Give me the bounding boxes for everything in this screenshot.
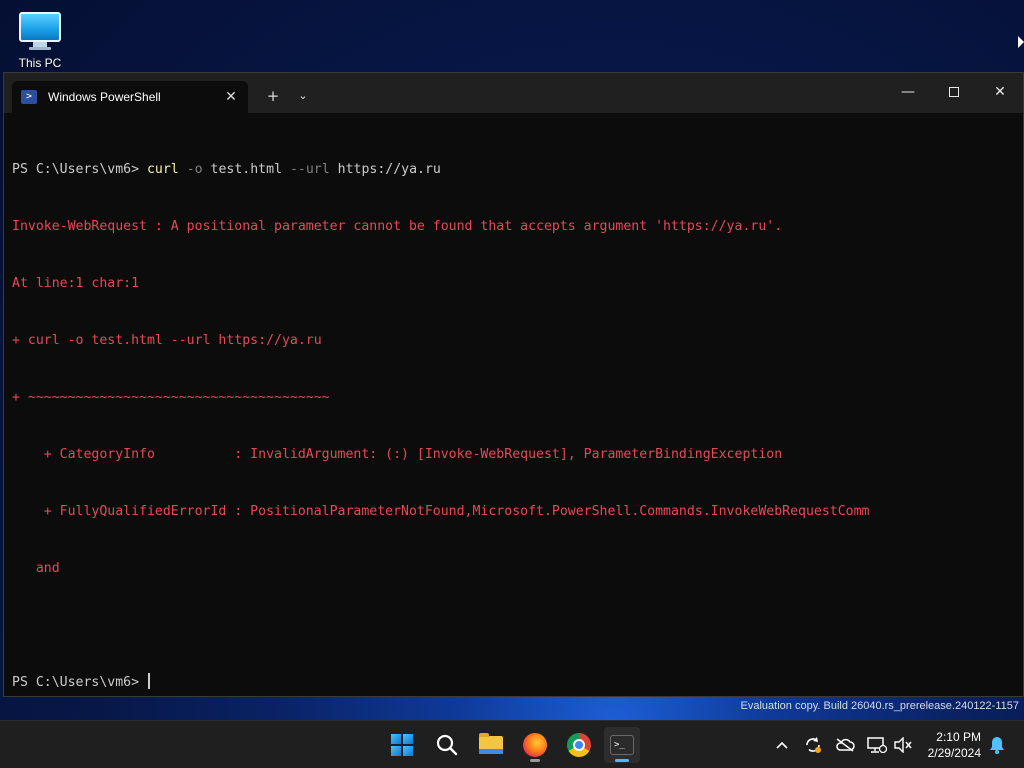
command-param: --url <box>289 162 330 177</box>
evaluation-watermark: Evaluation copy. Build 26040.rs_prerelea… <box>740 700 1019 712</box>
show-hidden-icons-button[interactable] <box>772 721 792 768</box>
error-line: Invoke-WebRequest : A positional paramet… <box>12 219 783 234</box>
folder-icon <box>479 733 503 754</box>
error-line: + CategoryInfo : InvalidArgument: (:) [I… <box>12 447 783 462</box>
minimize-button[interactable]: — <box>885 73 931 113</box>
firefox-icon <box>523 733 547 757</box>
tab-windows-powershell[interactable]: > Windows PowerShell ✕ <box>12 81 248 113</box>
maximize-icon <box>949 87 959 97</box>
error-line: At line:1 char:1 <box>12 276 140 291</box>
search-button[interactable] <box>429 727 465 763</box>
command-line: PS C:\Users\vm6> curl -o test.html --url… <box>12 160 1015 179</box>
network-disconnected-icon <box>867 737 887 753</box>
terminal-window: > Windows PowerShell ✕ + ⌄ — ✕ PS C:\Use… <box>3 72 1024 697</box>
command-arg: test.html <box>210 162 283 177</box>
desktop-icon-this-pc[interactable]: This PC <box>12 8 68 70</box>
sync-icon <box>806 737 821 753</box>
bell-icon <box>990 737 1004 754</box>
start-button[interactable] <box>384 727 420 763</box>
chevron-up-icon <box>776 741 788 749</box>
error-line: + FullyQualifiedErrorId : PositionalPara… <box>12 504 870 519</box>
clock[interactable]: 2:10 PM 2/29/2024 <box>928 729 981 761</box>
terminal-output[interactable]: PS C:\Users\vm6> curl -o test.html --url… <box>4 113 1023 696</box>
search-icon <box>436 734 458 756</box>
input-line[interactable]: PS C:\Users\vm6> <box>12 673 1015 692</box>
terminal-icon: >_ <box>610 735 634 755</box>
title-bar[interactable]: > Windows PowerShell ✕ + ⌄ — ✕ <box>4 73 1023 113</box>
taskbar: >_ 2:10 PM 2/29/2024 <box>0 720 1024 768</box>
cloud-offline-icon <box>836 738 855 752</box>
command-name: curl <box>146 162 179 177</box>
network-tray-button[interactable] <box>866 721 888 768</box>
new-tab-button[interactable]: + <box>262 85 284 107</box>
volume-tray-button[interactable] <box>892 721 914 768</box>
text-cursor <box>147 673 150 689</box>
prompt: PS C:\Users\vm6> <box>12 162 147 177</box>
clock-time: 2:10 PM <box>936 730 981 744</box>
mouse-cursor-icon <box>1018 36 1024 48</box>
chrome-button[interactable] <box>561 727 597 763</box>
monitor-icon <box>12 12 68 50</box>
onedrive-tray-button[interactable] <box>834 721 856 768</box>
tab-title: Windows PowerShell <box>48 90 161 104</box>
close-window-button[interactable]: ✕ <box>977 73 1023 113</box>
command-arg: https://ya.ru <box>337 162 441 177</box>
sync-tray-button[interactable] <box>802 721 824 768</box>
terminal-button[interactable]: >_ <box>604 727 640 763</box>
chevron-down-icon[interactable]: ⌄ <box>292 85 314 107</box>
notifications-button[interactable] <box>986 721 1008 768</box>
firefox-button[interactable] <box>517 727 553 763</box>
file-explorer-button[interactable] <box>473 727 509 763</box>
desktop-icon-label: This PC <box>18 56 62 70</box>
windows-start-icon <box>391 734 413 756</box>
error-line: + ~~~~~~~~~~~~~~~~~~~~~~~~~~~~~~~~~~~~~~ <box>12 390 330 405</box>
prompt: PS C:\Users\vm6> <box>12 675 147 690</box>
clock-date: 2/29/2024 <box>927 746 981 760</box>
maximize-button[interactable] <box>931 73 977 113</box>
error-line: and <box>12 561 60 576</box>
chrome-icon <box>567 733 591 757</box>
close-tab-button[interactable]: ✕ <box>220 86 242 108</box>
powershell-icon: > <box>21 90 37 104</box>
volume-muted-icon <box>894 737 912 753</box>
running-indicator <box>530 759 540 762</box>
active-indicator <box>615 759 629 762</box>
error-line: + curl -o test.html --url https://ya.ru <box>12 333 322 348</box>
command-param: -o <box>186 162 203 177</box>
